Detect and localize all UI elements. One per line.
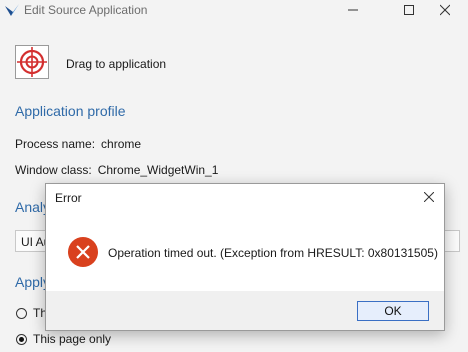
error-icon xyxy=(68,237,98,267)
window-title: Edit Source Application xyxy=(24,3,148,17)
radio-checked-icon xyxy=(16,334,27,345)
window-class-value: Chrome_WidgetWin_1 xyxy=(97,163,219,177)
error-message: Operation timed out. (Exception from HRE… xyxy=(108,246,438,260)
drag-instruction: Drag to application xyxy=(66,57,167,71)
error-dialog: Error Operation timed out. (Exception fr… xyxy=(45,183,445,331)
dialog-title: Error xyxy=(55,191,82,205)
minimize-button[interactable] xyxy=(330,0,376,20)
crosshair-target-icon xyxy=(17,47,47,77)
apply-option-first[interactable]: Th xyxy=(16,306,47,320)
process-name-label: Process name: xyxy=(15,137,96,151)
window-class-label: Window class: xyxy=(15,163,92,177)
application-profile-heading: Application profile xyxy=(15,103,126,119)
close-icon xyxy=(440,4,450,16)
dialog-footer: OK xyxy=(46,291,444,330)
close-icon xyxy=(424,192,434,202)
process-name-value: chrome xyxy=(101,137,142,151)
apply-option-this-page[interactable]: This page only xyxy=(16,332,111,346)
title-bar: Edit Source Application xyxy=(0,0,468,20)
apply-option-label: This page only xyxy=(33,332,112,346)
target-drag-handle[interactable] xyxy=(15,45,49,79)
window-class-row: Window class: Chrome_WidgetWin_1 xyxy=(15,163,218,177)
radio-unchecked-icon xyxy=(16,308,27,319)
ok-button[interactable]: OK xyxy=(357,301,429,321)
minimize-icon xyxy=(348,9,358,11)
maximize-icon xyxy=(404,5,414,15)
app-logo-icon xyxy=(5,4,19,16)
process-name-row: Process name: chrome xyxy=(15,137,141,151)
close-window-button[interactable] xyxy=(422,0,468,20)
dialog-close-button[interactable] xyxy=(416,186,442,208)
